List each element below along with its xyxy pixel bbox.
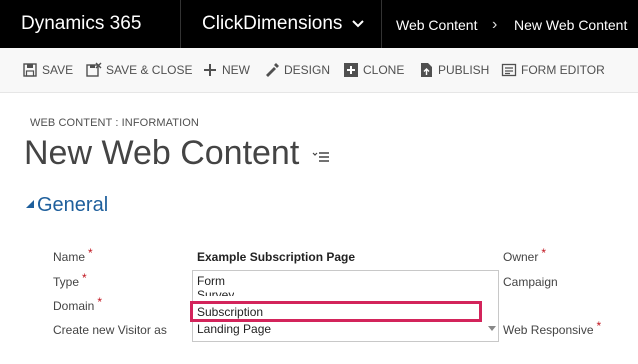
section-title-general[interactable]: General [37,191,108,219]
save-button[interactable]: SAVE [22,48,73,92]
domain-field-label: Domain * [53,295,102,313]
domain-label-text: Domain [53,299,95,313]
design-label: DESIGN [284,63,331,77]
required-indicator: * [596,319,602,333]
publish-button[interactable]: PUBLISH [418,48,489,92]
owner-label-text: Owner [503,250,539,264]
plus-icon [204,64,216,76]
save-label: SAVE [42,63,74,77]
top-nav-bar: Dynamics 365 ClickDimensions Web Content… [0,0,638,48]
type-label-text: Type [53,275,80,289]
web-responsive-field-label: Web Responsive * [503,319,601,337]
scroll-down-icon[interactable] [488,324,496,332]
visitor-field-label: Create new Visitor as [53,323,167,337]
type-option-form[interactable]: Form [197,274,225,288]
required-indicator: * [88,246,93,260]
clone-label: CLONE [363,63,405,77]
type-field-label: Type * [53,271,87,289]
clone-icon [344,63,358,77]
web-responsive-label-text: Web Responsive [503,323,594,337]
required-indicator: * [541,246,547,260]
save-close-label: SAVE & CLOSE [106,63,193,77]
name-field-value[interactable]: Example Subscription Page [197,250,355,264]
name-field-label: Name * [53,246,93,264]
app-name: ClickDimensions [202,13,343,34]
design-icon [266,63,279,77]
selection-highlight [190,301,482,322]
breadcrumb-separator: › [492,16,498,33]
save-icon [23,63,37,77]
type-option-survey[interactable]: Survey [197,288,234,296]
clone-button[interactable]: CLONE [343,48,404,92]
publish-label: PUBLISH [438,63,490,77]
save-close-icon [86,62,102,77]
required-indicator: * [82,271,87,285]
page-title: New Web Content [24,134,300,172]
save-close-button[interactable]: SAVE & CLOSE [86,48,192,92]
app-selector[interactable]: ClickDimensions [182,0,382,48]
breadcrumb-current: New Web Content [514,17,628,33]
design-button[interactable]: DESIGN [264,48,330,92]
new-button[interactable]: NEW [202,48,250,92]
new-label: NEW [222,63,250,77]
command-bar: SAVE SAVE & CLOSE NEW DESIGN CLONE PUBLI… [0,48,638,93]
campaign-field-label: Campaign [503,275,558,289]
brand-name[interactable]: Dynamics 365 [0,0,181,48]
form-editor-label: FORM EDITOR [521,63,605,77]
publish-icon [421,63,432,77]
form-selector[interactable]: WEB CONTENT : INFORMATION [30,117,199,129]
breadcrumb-web-content[interactable]: Web Content [396,0,477,48]
required-indicator: * [97,295,103,309]
form-editor-button[interactable]: FORM EDITOR [501,48,605,92]
type-option-landing-page[interactable]: Landing Page [197,322,271,336]
form-editor-icon [501,63,517,77]
owner-field-label: Owner * [503,246,546,264]
collapse-triangle-icon[interactable] [25,199,35,209]
name-label-text: Name [53,250,86,264]
menu-icon[interactable] [312,150,330,164]
chevron-down-icon[interactable] [349,14,367,32]
